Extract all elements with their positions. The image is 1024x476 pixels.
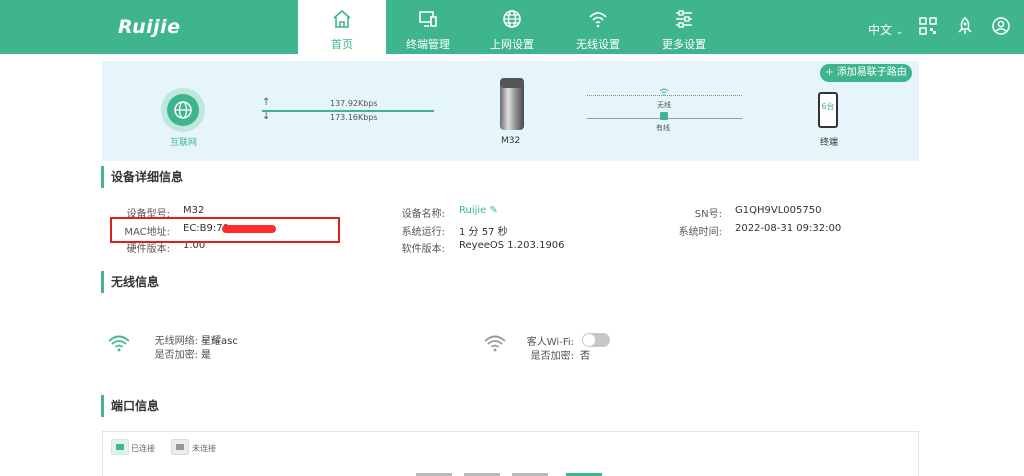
wifi-small-icon	[659, 88, 669, 96]
home-icon	[333, 9, 351, 28]
tab-internet-settings-label: 上网设置	[490, 38, 534, 51]
tab-home-label: 首页	[331, 38, 353, 51]
port-disconnected-label: 未连接	[192, 444, 216, 453]
guest-encryption-label: 是否加密:	[530, 351, 574, 362]
brand-logo[interactable]: Ruijie	[118, 16, 181, 38]
add-sub-router-button[interactable]: + 添加易联子路由	[820, 64, 912, 82]
rocket-icon[interactable]	[956, 17, 974, 35]
port-info-title: 端口信息	[101, 395, 159, 417]
model-value: M32	[183, 205, 205, 216]
software-version-label: 软件版本:	[401, 244, 445, 255]
top-navbar: Ruijie 首页 终端管理 上网设置 无线设置 更多设置 中文 ⌄	[0, 0, 1024, 54]
sliders-icon	[676, 10, 692, 28]
router-device-icon[interactable]	[497, 76, 527, 132]
upload-arrow-icon: ↑	[262, 97, 271, 108]
device-details-title: 设备详细信息	[101, 166, 183, 188]
sn-value: G1QH9VL005750	[735, 205, 822, 216]
sn-label: SN号:	[694, 209, 722, 220]
guest-wifi-toggle[interactable]	[582, 333, 610, 347]
encryption-label: 是否加密:	[154, 350, 198, 361]
device-name-value: Ruijie	[459, 205, 487, 216]
device-name-link[interactable]: Ruijie ✎	[459, 205, 498, 216]
uptime-label: 系统运行:	[401, 227, 445, 238]
guest-encryption-value: 否	[580, 351, 590, 362]
encryption-value: 是	[201, 350, 211, 361]
devices-icon	[419, 11, 437, 27]
tab-internet-settings[interactable]: 上网设置	[468, 0, 556, 54]
software-version-value: ReyeeOS 1.203.1906	[459, 240, 565, 251]
chevron-down-icon: ⌄	[895, 27, 904, 37]
tab-home[interactable]: 首页	[298, 0, 386, 54]
port-disconnected-legend-icon	[171, 439, 189, 455]
wireless-label: 无线	[657, 101, 671, 109]
tab-more-settings-label: 更多设置	[662, 38, 706, 51]
download-arrow-icon: ↓	[262, 111, 271, 122]
wireless-info-title: 无线信息	[101, 271, 159, 293]
port-connected-label: 已连接	[131, 444, 155, 453]
tab-wireless-settings[interactable]: 无线设置	[554, 0, 642, 54]
uptime-value: 1 分 57 秒	[459, 227, 508, 238]
wired-label: 有线	[656, 124, 670, 132]
internet-label: 互联网	[170, 138, 198, 148]
internet-node[interactable]	[161, 88, 205, 132]
wifi-icon	[108, 335, 130, 352]
router-name: M32	[501, 136, 521, 146]
port-connected-legend-icon	[111, 439, 129, 455]
tab-terminal-management-label: 终端管理	[406, 38, 450, 51]
qrcode-icon[interactable]	[919, 17, 937, 35]
ssid-value: 星耀asc	[201, 336, 238, 347]
guest-wifi-icon	[484, 335, 506, 352]
redaction-mark	[222, 225, 276, 233]
tab-more-settings[interactable]: 更多设置	[640, 0, 728, 54]
port-panel	[102, 431, 919, 476]
clients-label: 终端	[820, 138, 839, 148]
tab-terminal-management[interactable]: 终端管理	[384, 0, 472, 54]
wifi-icon	[589, 12, 607, 28]
tab-wireless-settings-label: 无线设置	[576, 38, 620, 51]
globe-icon	[174, 101, 192, 119]
user-icon[interactable]	[992, 17, 1010, 35]
download-speed: 173.16Kbps	[330, 113, 378, 122]
system-time-label: 系统时间:	[678, 227, 722, 238]
language-selector[interactable]: 中文 ⌄	[868, 21, 904, 37]
system-time-value: 2022-08-31 09:32:00	[735, 223, 842, 234]
upload-speed: 137.92Kbps	[330, 99, 378, 108]
clients-node[interactable]: 6台	[818, 92, 838, 128]
language-label: 中文	[868, 23, 893, 37]
ssid-label: 无线网络:	[154, 336, 198, 347]
globe-icon	[503, 10, 521, 28]
clients-count: 6台	[821, 102, 835, 111]
device-name-label: 设备名称:	[401, 209, 445, 220]
edit-pencil-icon[interactable]: ✎	[490, 205, 498, 216]
ethernet-small-icon	[660, 112, 668, 120]
wan-link-line	[262, 110, 434, 112]
guest-wifi-label: 客人Wi-Fi:	[526, 337, 574, 348]
